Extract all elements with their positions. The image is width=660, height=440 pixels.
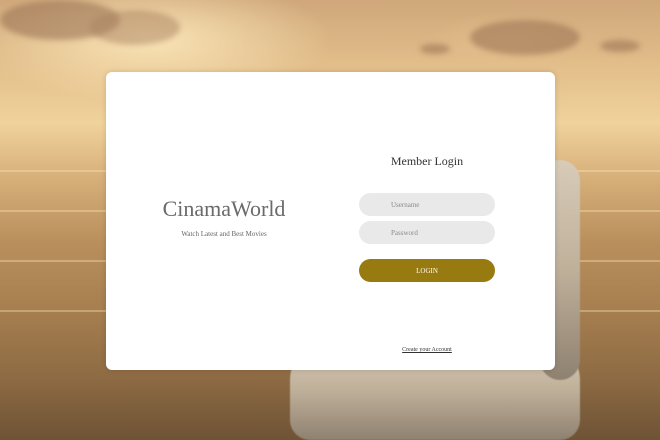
background-cloud [90, 10, 180, 45]
password-input[interactable] [359, 221, 495, 244]
username-input[interactable] [359, 193, 495, 216]
member-login-title: Member Login [390, 154, 464, 168]
login-card: CinamaWorld Watch Latest and Best Movies… [106, 72, 555, 370]
background-cloud [420, 44, 450, 54]
create-account-link[interactable]: Create your Account [359, 347, 495, 353]
brand-title: CinamaWorld [162, 196, 286, 221]
background-cloud [470, 20, 580, 55]
login-button[interactable]: LOGIN [359, 259, 495, 282]
brand-tagline: Watch Latest and Best Movies [181, 230, 267, 238]
background-cloud [600, 40, 640, 52]
